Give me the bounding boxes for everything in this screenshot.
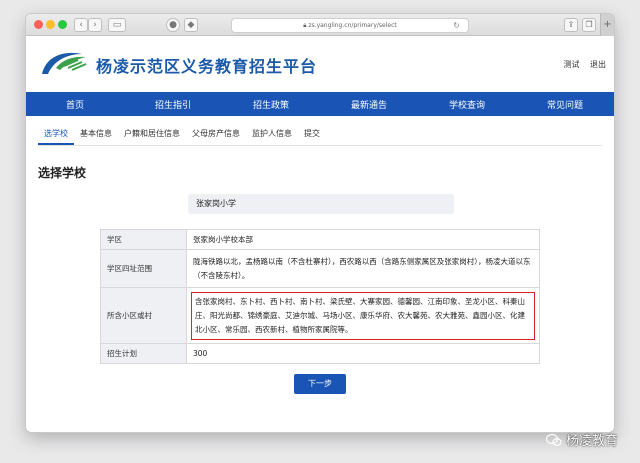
row-label: 所含小区或村 bbox=[100, 287, 187, 344]
tab-residence-info[interactable]: 户籍和居住信息 bbox=[118, 123, 186, 145]
browser-titlebar: ‹ › ▭ ● ◆ 🔒︎ zs.yangling.cn/primary/sele… bbox=[26, 14, 614, 36]
extension-icon[interactable]: ◆ bbox=[184, 18, 198, 32]
page-title: 选择学校 bbox=[38, 166, 87, 180]
watermark-text: 杨凌教育 bbox=[565, 434, 618, 449]
tabs-icon[interactable]: ❐ bbox=[582, 18, 596, 32]
table-row: 学区 张家岗小学校本部 bbox=[100, 229, 540, 250]
row-label: 招生计划 bbox=[100, 343, 187, 364]
share-icon[interactable]: ⇪ bbox=[564, 18, 578, 32]
school-info-table: 学区 张家岗小学校本部 学区四址范围 陇海铁路以北，孟杨路以南（不含杜寨村），西… bbox=[100, 229, 540, 364]
nav-policy[interactable]: 招生政策 bbox=[222, 98, 320, 111]
row-value: 陇海铁路以北，孟杨路以南（不含杜寨村），西农路以西（含路东侧家属区及张家岗村），… bbox=[186, 249, 540, 288]
user-links: 测试 退出 bbox=[555, 59, 606, 70]
browser-window: ‹ › ▭ ● ◆ 🔒︎ zs.yangling.cn/primary/sele… bbox=[26, 14, 614, 432]
reload-icon[interactable]: ↻ bbox=[453, 19, 460, 32]
tab-guardian-info[interactable]: 监护人信息 bbox=[246, 123, 298, 145]
nav-guide[interactable]: 招生指引 bbox=[124, 98, 222, 111]
new-tab-icon[interactable]: + bbox=[600, 14, 614, 36]
row-value: 张家岗小学校本部 bbox=[186, 229, 540, 250]
highlighted-area-list: 含张家岗村、东卜村、西卜村、南卜村、梁氏壁、大寨家园、德馨园、江南印象、圣龙小区… bbox=[191, 291, 535, 340]
nav-school-search[interactable]: 学校查询 bbox=[418, 98, 516, 111]
tab-select-school[interactable]: 选学校 bbox=[38, 123, 74, 145]
site-logo-icon bbox=[42, 52, 87, 74]
tab-parent-property[interactable]: 父母房产信息 bbox=[186, 123, 246, 145]
wechat-icon bbox=[545, 433, 562, 446]
nav-home[interactable]: 首页 bbox=[26, 98, 124, 111]
table-row: 招生计划 300 bbox=[100, 343, 540, 364]
row-label: 学区四址范围 bbox=[100, 249, 187, 288]
school-select-field[interactable]: 张家岗小学 bbox=[188, 194, 454, 214]
tab-basic-info[interactable]: 基本信息 bbox=[74, 123, 118, 145]
sidebar-icon[interactable]: ▭ bbox=[108, 18, 126, 32]
privacy-icon[interactable]: ● bbox=[166, 18, 180, 32]
watermark: 杨凌教育 bbox=[545, 430, 618, 449]
url-text: zs.yangling.cn/primary/select bbox=[308, 22, 397, 29]
zoom-window-icon[interactable] bbox=[58, 20, 67, 29]
minimize-window-icon[interactable] bbox=[46, 20, 55, 29]
tab-submit[interactable]: 提交 bbox=[298, 123, 326, 145]
table-row: 所含小区或村 含张家岗村、东卜村、西卜村、南卜村、梁氏壁、大寨家园、德馨园、江南… bbox=[100, 287, 540, 344]
site-header: 杨凌示范区义务教育招生平台 测试 退出 bbox=[26, 36, 614, 92]
logout-link[interactable]: 退出 bbox=[590, 60, 606, 69]
next-step-button[interactable]: 下一步 bbox=[294, 374, 346, 394]
step-tabs: 选学校 基本信息 户籍和居住信息 父母房产信息 监护人信息 提交 bbox=[38, 116, 602, 146]
row-label: 学区 bbox=[100, 229, 187, 250]
back-icon[interactable]: ‹ bbox=[74, 18, 88, 32]
site-title: 杨凌示范区义务教育招生平台 bbox=[96, 57, 318, 76]
main-nav: 首页 招生指引 招生政策 最新通告 学校查询 常见问题 bbox=[26, 92, 614, 116]
table-row: 学区四址范围 陇海铁路以北，孟杨路以南（不含杜寨村），西农路以西（含路东侧家属区… bbox=[100, 249, 540, 288]
address-bar[interactable]: 🔒︎ zs.yangling.cn/primary/select ↻ bbox=[231, 18, 469, 33]
row-value: 300 bbox=[186, 343, 540, 364]
nav-notices[interactable]: 最新通告 bbox=[320, 98, 418, 111]
test-link[interactable]: 测试 bbox=[563, 60, 579, 69]
nav-faq[interactable]: 常见问题 bbox=[516, 98, 614, 111]
forward-icon[interactable]: › bbox=[88, 18, 102, 32]
close-window-icon[interactable] bbox=[34, 20, 43, 29]
